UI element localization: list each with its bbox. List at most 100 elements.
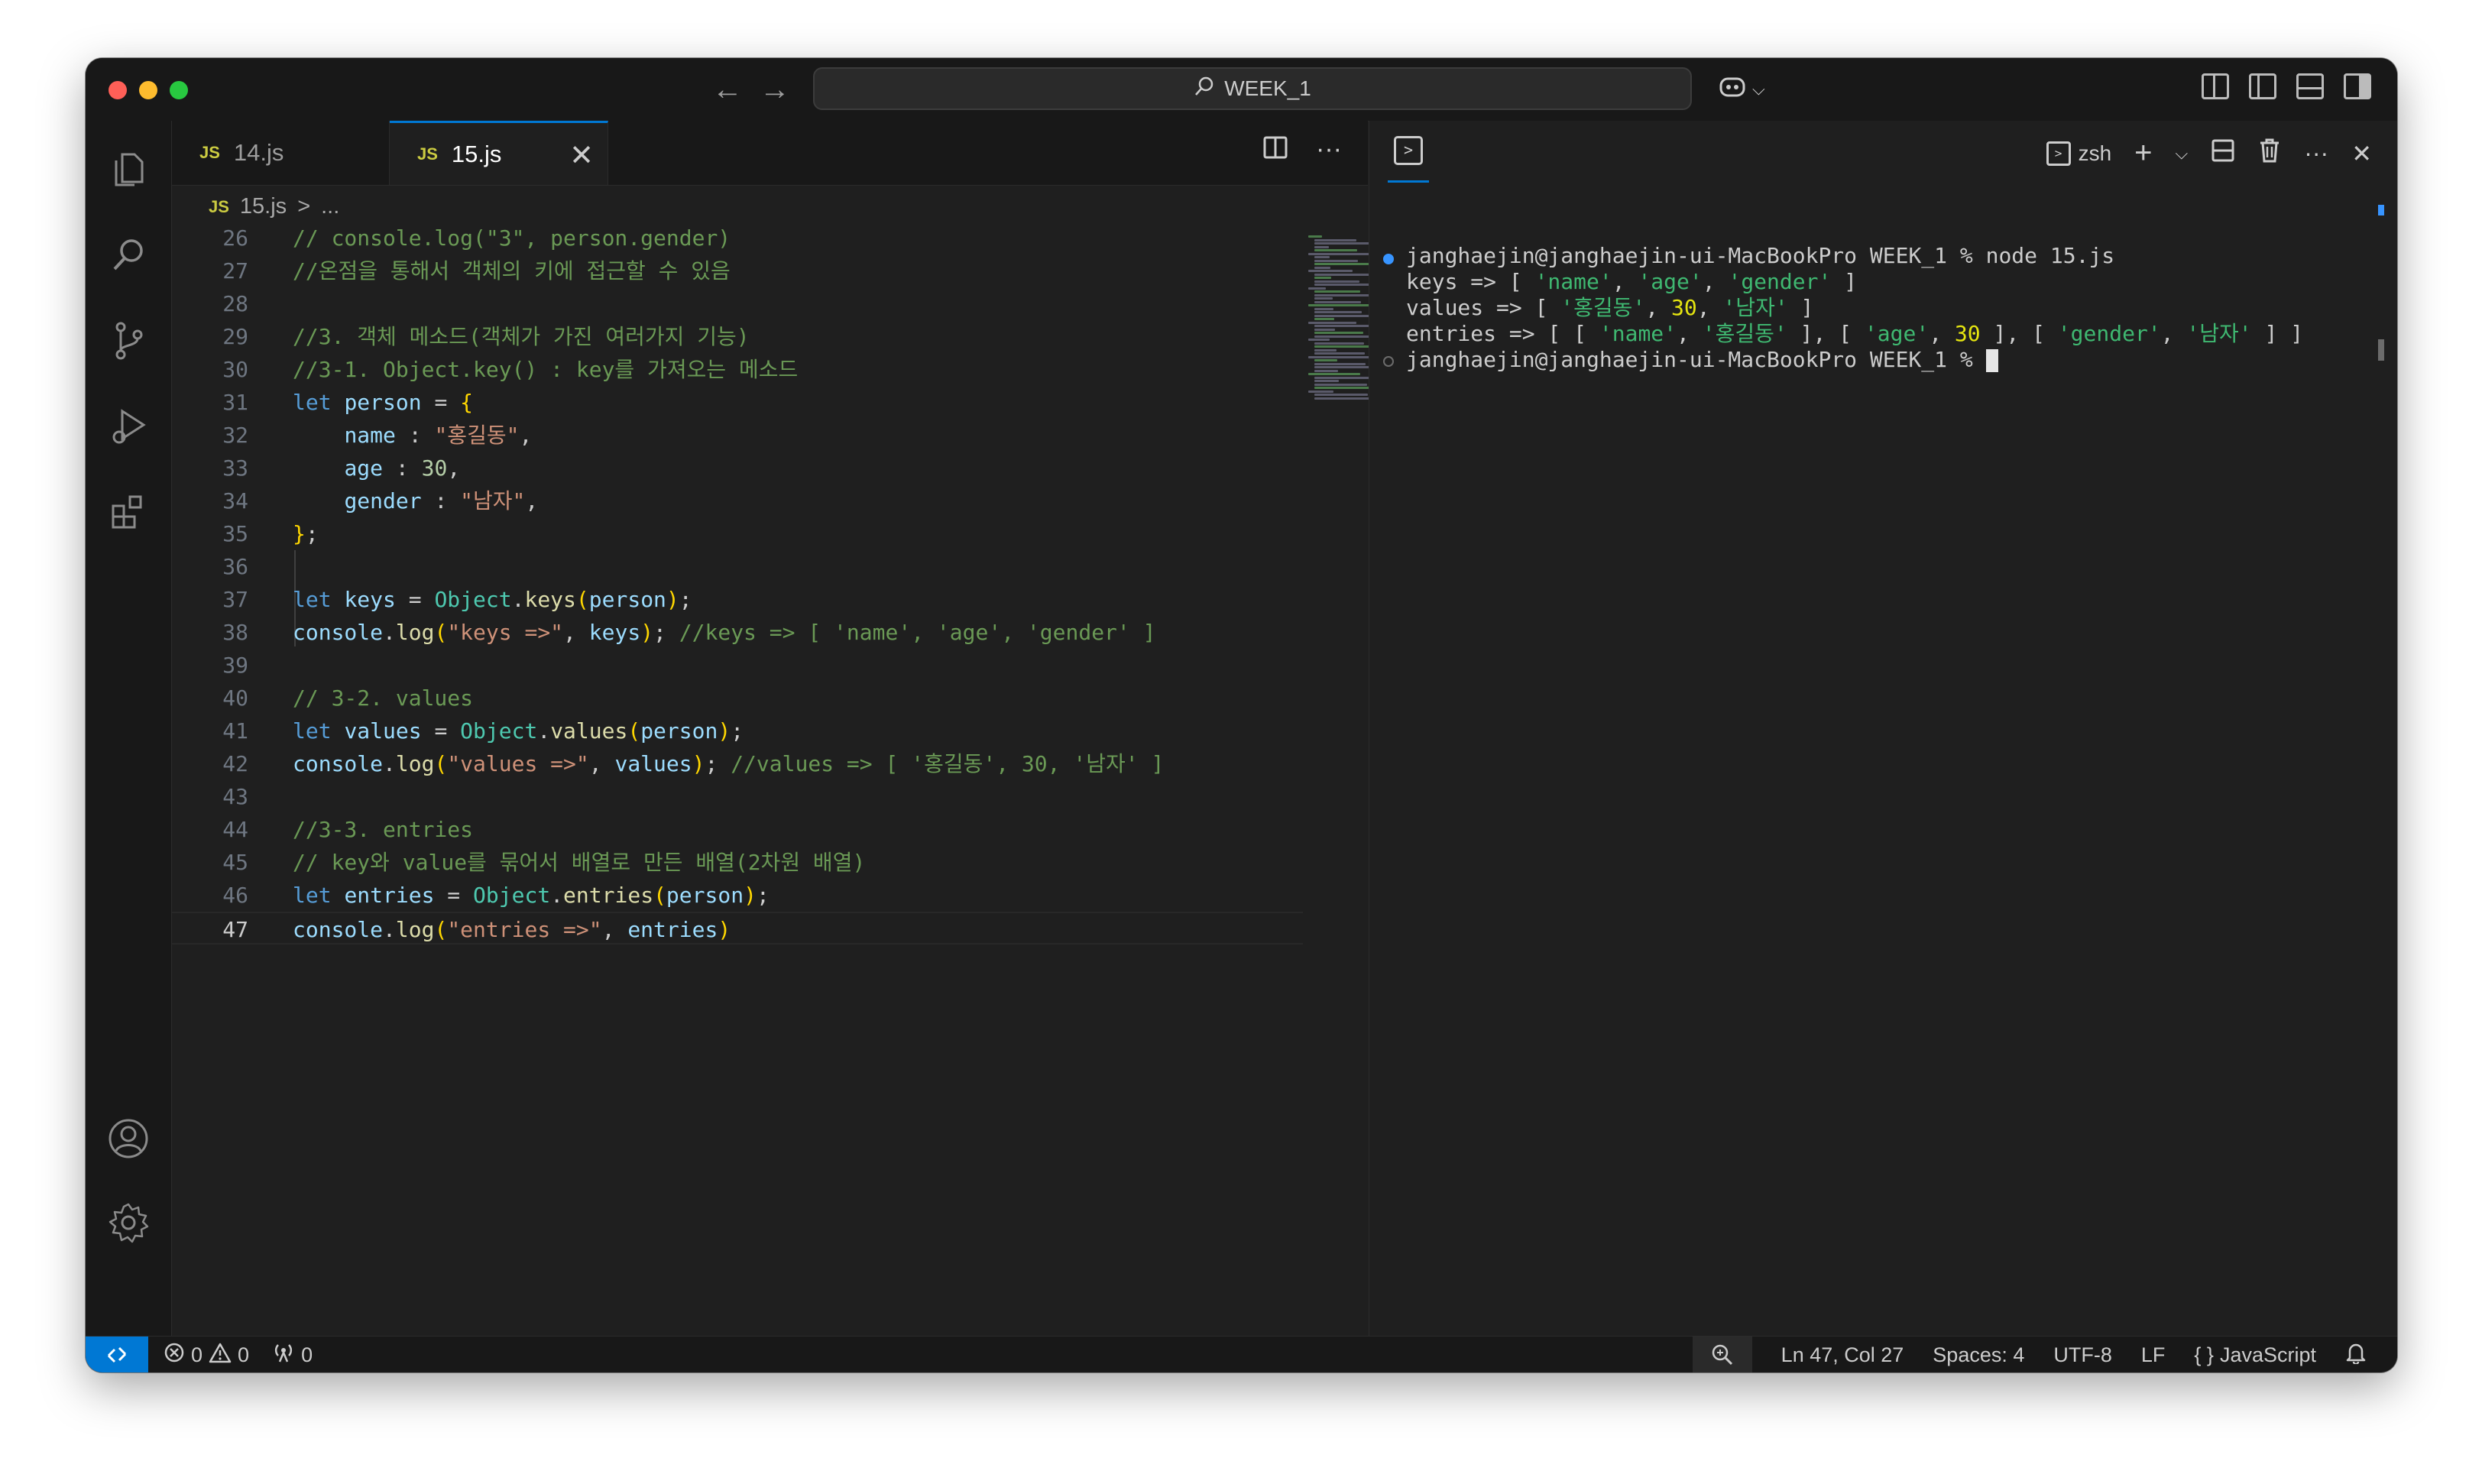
code-token: age	[344, 455, 384, 481]
settings-gear-icon[interactable]	[104, 1198, 153, 1247]
code-token: ;	[305, 521, 319, 546]
code-line[interactable]: 32 name : "홍길동",	[172, 419, 1303, 452]
remote-icon[interactable]	[86, 1337, 148, 1372]
code-text: //3-1. Object.key() : key를 가져오는 메소드	[293, 353, 798, 386]
minimap-line	[1314, 238, 1356, 241]
run-debug-icon[interactable]	[104, 402, 153, 451]
code-line[interactable]: 36	[172, 550, 1303, 583]
code-line[interactable]: 45 // key와 value를 묶어서 배열로 만든 배열(2차원 배열)	[172, 846, 1303, 879]
code-line[interactable]: 26 // console.log("3", person.gender)	[172, 222, 1303, 254]
split-terminal-icon[interactable]	[2211, 138, 2235, 169]
terminal-scrollbar[interactable]	[2378, 339, 2384, 361]
close-icon[interactable]: ✕	[569, 138, 594, 173]
code-line[interactable]: 40 // 3-2. values	[172, 682, 1303, 714]
terminal-token: '남자'	[2186, 321, 2252, 346]
new-terminal-plus-icon[interactable]: +	[2134, 136, 2152, 170]
line-number: 40	[222, 685, 248, 711]
problems-indicator[interactable]: 0 0	[164, 1342, 249, 1369]
bell-icon[interactable]	[2345, 1341, 2367, 1369]
ports-indicator[interactable]: 0	[272, 1342, 313, 1369]
indentation[interactable]: Spaces: 4	[1933, 1343, 2024, 1367]
code-token: //values => [ '홍길동', 30, '남자' ]	[731, 751, 1165, 776]
toggle-panel-icon[interactable]	[2296, 73, 2324, 99]
cursor-position[interactable]: Ln 47, Col 27	[1781, 1343, 1904, 1367]
zoom-icon[interactable]	[1692, 1337, 1752, 1372]
code-line[interactable]: 38 console.log("keys =>", keys); //keys =…	[172, 616, 1303, 649]
code-text: //3. 객체 메소드(객체가 가진 여러가지 기능)	[293, 320, 750, 353]
code-line[interactable]: 28	[172, 287, 1303, 320]
code-line[interactable]: 33 age : 30,	[172, 452, 1303, 484]
zoom-window-button[interactable]	[170, 81, 188, 99]
code-token: .	[511, 587, 525, 612]
code-line[interactable]: 31 let person = {	[172, 386, 1303, 419]
files-icon[interactable]	[104, 145, 153, 194]
code-line[interactable]: 39	[172, 649, 1303, 682]
code-line[interactable]: 30 //3-1. Object.key() : key를 가져오는 메소드	[172, 353, 1303, 386]
code-line[interactable]: 37 let keys = Object.keys(person);	[172, 583, 1303, 616]
terminal-token: ]	[1787, 295, 1814, 320]
minimap-line	[1314, 280, 1359, 283]
language-mode[interactable]: { } JavaScript	[2194, 1343, 2316, 1367]
source-control-icon[interactable]	[104, 316, 153, 365]
back-arrow-icon[interactable]: ←	[712, 72, 743, 107]
minimap-line	[1314, 348, 1337, 352]
command-center-search[interactable]: WEEK_1	[813, 67, 1692, 110]
close-window-button[interactable]	[109, 81, 127, 99]
minimize-window-button[interactable]	[139, 81, 157, 99]
more-actions-icon[interactable]: ···	[2304, 139, 2328, 167]
chevron-down-icon[interactable]: ⌵	[2176, 144, 2189, 164]
copilot-menu[interactable]: ⌵	[1717, 73, 1765, 105]
code-line[interactable]: 43	[172, 780, 1303, 813]
minimap-line	[1308, 390, 1333, 393]
code-line[interactable]: 44 //3-3. entries	[172, 813, 1303, 846]
code-line[interactable]: 41 let values = Object.values(person);	[172, 714, 1303, 747]
code-line[interactable]: 34 gender : "남자",	[172, 484, 1303, 517]
terminal-shell-selector[interactable]: > zsh	[2046, 141, 2111, 166]
customize-layout-icon[interactable]	[2202, 73, 2229, 99]
minimap-line	[1314, 318, 1334, 320]
code-token: values	[614, 751, 692, 776]
toggle-secondary-sidebar-icon[interactable]	[2344, 73, 2371, 99]
code-line[interactable]: 27 //온점을 통해서 객체의 키에 접근할 수 있음	[172, 254, 1303, 287]
trash-icon[interactable]	[2258, 138, 2281, 170]
code-text: };	[293, 517, 319, 550]
line-number: 42	[222, 751, 248, 776]
code-line[interactable]: 42 console.log("values =>", values); //va…	[172, 747, 1303, 780]
tab-14js[interactable]: JS 14.js	[172, 121, 390, 185]
code-text: console.log("keys =>", keys); //keys => …	[293, 616, 1156, 649]
terminal-token: 'age'	[1638, 269, 1703, 294]
line-number: 46	[222, 883, 248, 908]
code-line[interactable]: 47 console.log("entries =>", entries)	[172, 912, 1303, 945]
search-icon	[1194, 76, 1215, 102]
minimap-line	[1314, 362, 1366, 365]
search-icon[interactable]	[104, 231, 153, 280]
terminal-tab-icon[interactable]: >	[1394, 136, 1423, 165]
terminal-line: entries => [ [ 'name', '홍길동' ], [ 'age',…	[1406, 321, 2303, 347]
toggle-primary-sidebar-icon[interactable]	[2249, 73, 2276, 99]
command-success-decoration[interactable]	[1383, 254, 1394, 264]
code-line[interactable]: 46 let entries = Object.entries(person);	[172, 879, 1303, 912]
account-icon[interactable]	[104, 1114, 153, 1163]
line-number: 35	[222, 521, 248, 546]
close-panel-icon[interactable]: ✕	[2351, 139, 2372, 168]
code-line[interactable]: 35};	[172, 517, 1303, 550]
code-token: (	[434, 917, 448, 942]
minimap-line	[1314, 380, 1339, 382]
code-token: )	[718, 917, 731, 942]
code-token: person	[666, 883, 744, 908]
code-token: ;	[653, 620, 679, 645]
encoding[interactable]: UTF-8	[2053, 1343, 2112, 1367]
code-token: ;	[756, 883, 770, 908]
split-editor-icon[interactable]	[1262, 134, 1288, 167]
breadcrumb-symbol[interactable]: ...	[321, 194, 339, 219]
code-token: )	[640, 620, 654, 645]
tab-15js[interactable]: JS 15.js ✕	[390, 121, 608, 185]
more-actions-icon[interactable]: ···	[1316, 134, 1342, 167]
minimap-line	[1314, 394, 1368, 396]
end-of-line[interactable]: LF	[2141, 1343, 2166, 1367]
breadcrumb-file[interactable]: 15.js	[240, 194, 287, 219]
extensions-icon[interactable]	[104, 488, 153, 536]
code-line[interactable]: 29 //3. 객체 메소드(객체가 가진 여러가지 기능)	[172, 320, 1303, 353]
forward-arrow-icon[interactable]: →	[760, 72, 790, 107]
